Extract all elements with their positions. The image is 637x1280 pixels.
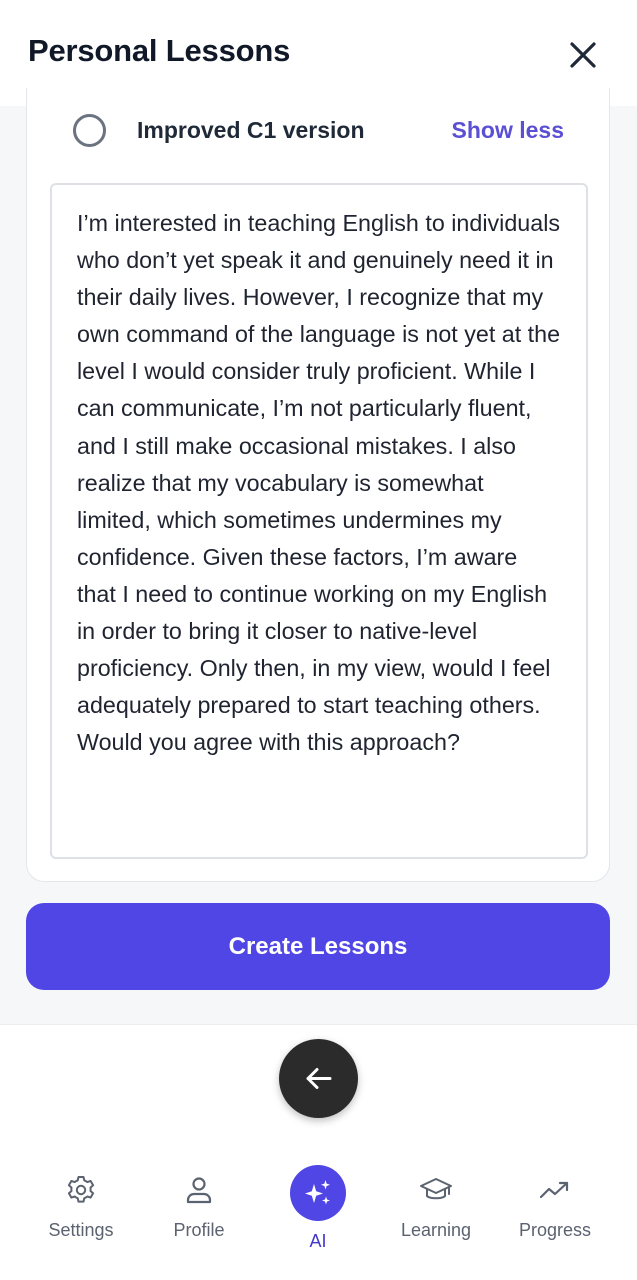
nav-label-ai: AI: [309, 1231, 327, 1251]
nav-label-settings: Settings: [48, 1220, 114, 1240]
text-content-box[interactable]: I’m interested in teaching English to in…: [50, 183, 588, 859]
sparkles-icon: [305, 1180, 330, 1205]
page-title: Personal Lessons: [28, 33, 291, 68]
create-lessons-button[interactable]: Create Lessons: [26, 903, 610, 990]
nav-label-learning: Learning: [400, 1220, 472, 1240]
back-button[interactable]: [279, 1039, 358, 1118]
nav-learning[interactable]: Learning: [381, 1172, 491, 1241]
nav-settings[interactable]: Settings: [26, 1172, 136, 1241]
option-radio[interactable]: [73, 114, 106, 147]
person-icon: [186, 1177, 212, 1204]
nav-ai[interactable]: AI: [263, 1165, 373, 1252]
nav-progress[interactable]: Progress: [500, 1172, 610, 1241]
graduation-cap-icon: [420, 1178, 452, 1200]
option-label: Improved C1 version: [137, 117, 365, 143]
close-icon[interactable]: [566, 38, 600, 72]
option-row: Improved C1 version Show less: [27, 88, 609, 178]
text-content: I’m interested in teaching English to in…: [77, 210, 561, 756]
arrow-left-icon: [306, 1068, 332, 1089]
nav-label-profile: Profile: [173, 1220, 225, 1240]
gear-icon: [67, 1176, 95, 1203]
trending-up-icon: [539, 1181, 569, 1199]
show-less-link[interactable]: Show less: [452, 117, 564, 144]
ai-active-indicator: [290, 1165, 346, 1221]
nav-label-progress: Progress: [518, 1220, 592, 1240]
nav-profile[interactable]: Profile: [144, 1172, 254, 1241]
lesson-option-card: Improved C1 version Show less I’m intere…: [26, 88, 610, 882]
